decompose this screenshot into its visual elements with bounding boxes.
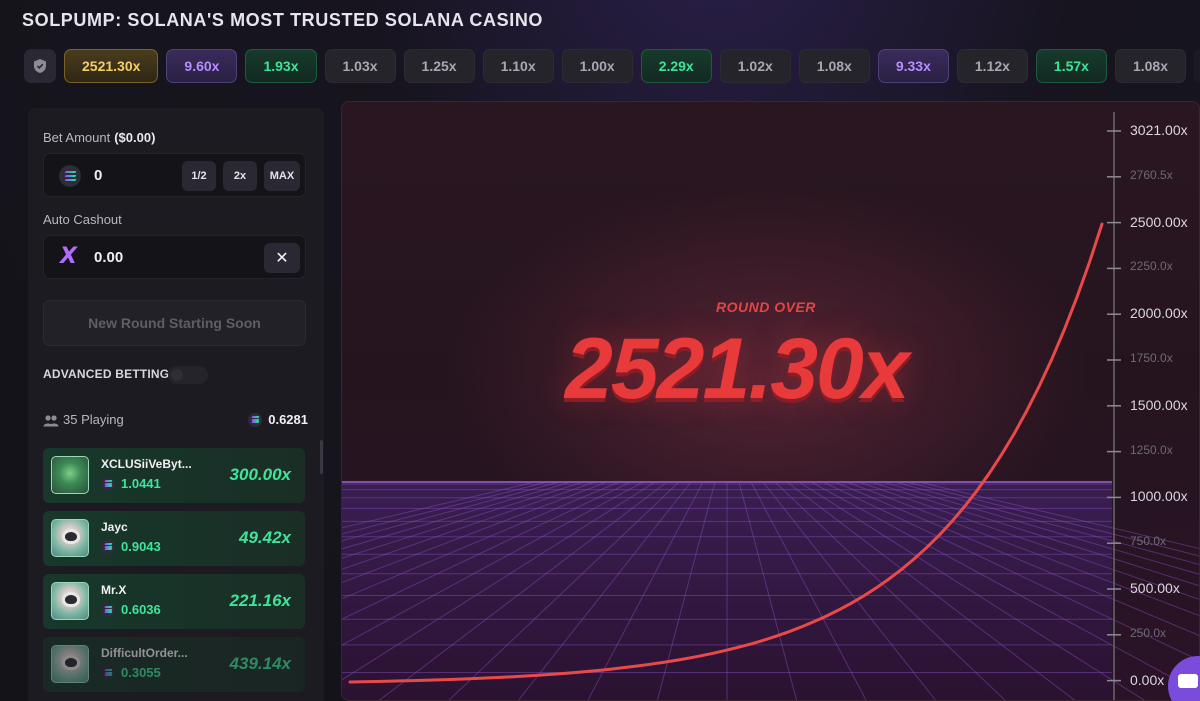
history-chip[interactable]: 1.00x	[561, 49, 633, 83]
axis-tick-label: 0.00x	[1130, 671, 1165, 688]
avatar[interactable]	[51, 582, 89, 620]
players-count: 35 Playing	[63, 412, 124, 427]
history-chip[interactable]: 2.7	[1194, 49, 1200, 83]
player-multiplier: 439.14x	[229, 654, 291, 673]
axis-tick-label: 2000.00x	[1130, 305, 1188, 322]
player-name[interactable]: XCLUSiiVeByt...	[101, 457, 192, 471]
player-bet: 0.6036	[101, 602, 161, 617]
auto-cashout-value[interactable]: 0.00	[94, 249, 123, 266]
axis-tick-label: 2760.5x	[1130, 167, 1173, 182]
shield-icon	[34, 59, 46, 73]
round-status: ROUND OVER	[716, 299, 816, 315]
list-item: Jayc 0.9043 49.42x	[43, 511, 305, 566]
axis-tick-label: 1750.0x	[1130, 351, 1173, 365]
player-name[interactable]: Jayc	[101, 520, 128, 534]
player-bet: 0.3055	[101, 665, 161, 680]
axis-tick-label: 1250.0x	[1130, 442, 1173, 457]
history-chip[interactable]: 1.93x	[245, 49, 317, 83]
people-icon	[43, 415, 59, 427]
history-chip[interactable]: 2521.30x	[64, 49, 159, 83]
axis-tick-label: 250.0x	[1130, 625, 1167, 640]
player-list: XCLUSiiVeByt... 1.0441 300.00x Jayc 0.90…	[43, 448, 305, 700]
list-item: Mr.X 0.6036 221.16x	[43, 574, 305, 629]
history-chip[interactable]: 1.57x	[1035, 49, 1107, 83]
player-multiplier: 221.16x	[229, 591, 291, 610]
place-bet-button[interactable]: New Round Starting Soon	[43, 300, 306, 346]
crash-multiplier: 2521.30x	[565, 321, 910, 417]
history-chip[interactable]: 1.03x	[324, 49, 396, 83]
history-chip[interactable]: 1.02x	[719, 49, 791, 83]
player-name[interactable]: DifficultOrder...	[101, 646, 188, 660]
axis-tick-label: 1000.00x	[1130, 488, 1188, 505]
solana-icon	[101, 602, 115, 617]
solana-icon	[248, 412, 263, 427]
solana-icon	[101, 476, 115, 491]
players-summary: 35 Playing 0.6281	[43, 412, 308, 430]
list-item: DifficultOrder... 0.3055 439.14x	[43, 637, 305, 692]
crash-game-area: ROUND OVER 2521.30x 3021.00x 2760.5x 2500.…	[341, 101, 1200, 701]
history-chip[interactable]: 1.10x	[482, 49, 554, 83]
history-chip[interactable]: 1.12x	[956, 49, 1028, 83]
solana-icon	[101, 665, 115, 680]
bet-amount-value[interactable]: 0	[94, 167, 102, 184]
player-name[interactable]: Mr.X	[101, 583, 126, 597]
axis-tick-label: 1500.00x	[1130, 396, 1188, 413]
solana-icon	[101, 539, 115, 554]
clear-cashout-button[interactable]: ✕	[264, 243, 300, 273]
advanced-betting-label: ADVANCED BETTING	[43, 367, 170, 381]
half-bet-button[interactable]: 1/2	[182, 161, 216, 191]
multiplier-history-bar: 2521.30x 9.60x 1.93x 1.03x 1.25x 1.10x 1.00x 2.…	[24, 49, 1200, 83]
player-bet: 1.0441	[101, 476, 161, 491]
multiplier-x-icon: X	[60, 244, 77, 269]
history-chip[interactable]: 1.08x	[1114, 49, 1187, 83]
bet-amount-usd: ($0.00)	[114, 130, 156, 145]
bet-amount-input[interactable]: 0 1/2 2x MAX	[43, 153, 306, 197]
list-item: XCLUSiiVeByt... 1.0441 300.00x	[43, 448, 305, 503]
player-multiplier: 300.00x	[229, 465, 291, 484]
max-bet-button[interactable]: MAX	[264, 161, 300, 191]
advanced-betting-toggle[interactable]	[168, 366, 208, 384]
player-list-scrollbar[interactable]	[320, 440, 323, 474]
axis-tick-label: 2250.0x	[1130, 259, 1173, 274]
history-chip[interactable]: 1.25x	[403, 49, 475, 83]
player-bet: 0.9043	[101, 539, 161, 554]
solana-icon	[59, 165, 81, 187]
avatar[interactable]	[51, 645, 89, 683]
avatar[interactable]	[51, 519, 89, 557]
auto-cashout-label: Auto Cashout	[43, 212, 122, 227]
history-chip[interactable]: 9.60x	[166, 49, 238, 83]
player-multiplier: 49.42x	[239, 528, 291, 547]
chat-icon	[1178, 674, 1198, 688]
axis-tick-label: 3021.00x	[1130, 122, 1188, 138]
provably-fair-button[interactable]	[24, 49, 56, 83]
bet-amount-label: Bet Amount ($0.00)	[43, 130, 156, 145]
auto-cashout-input[interactable]: X 0.00 ✕	[43, 235, 306, 279]
page-title: SOLPUMP: SOLANA'S MOST TRUSTED SOLANA CA…	[22, 10, 544, 30]
history-chip[interactable]: 2.29x	[640, 49, 712, 83]
total-pot: 0.6281	[248, 412, 308, 427]
double-bet-button[interactable]: 2x	[223, 161, 257, 191]
bet-panel: Bet Amount ($0.00) 0 1/2 2x MAX Auto Cash…	[28, 108, 324, 701]
axis-tick-label: 750.0x	[1130, 534, 1167, 549]
axis-tick-label: 2500.00x	[1130, 213, 1188, 230]
history-chip[interactable]: 1.08x	[798, 49, 870, 83]
axis-tick-label: 500.00x	[1130, 580, 1180, 596]
history-chip[interactable]: 9.33x	[877, 49, 949, 83]
avatar[interactable]	[51, 456, 89, 494]
